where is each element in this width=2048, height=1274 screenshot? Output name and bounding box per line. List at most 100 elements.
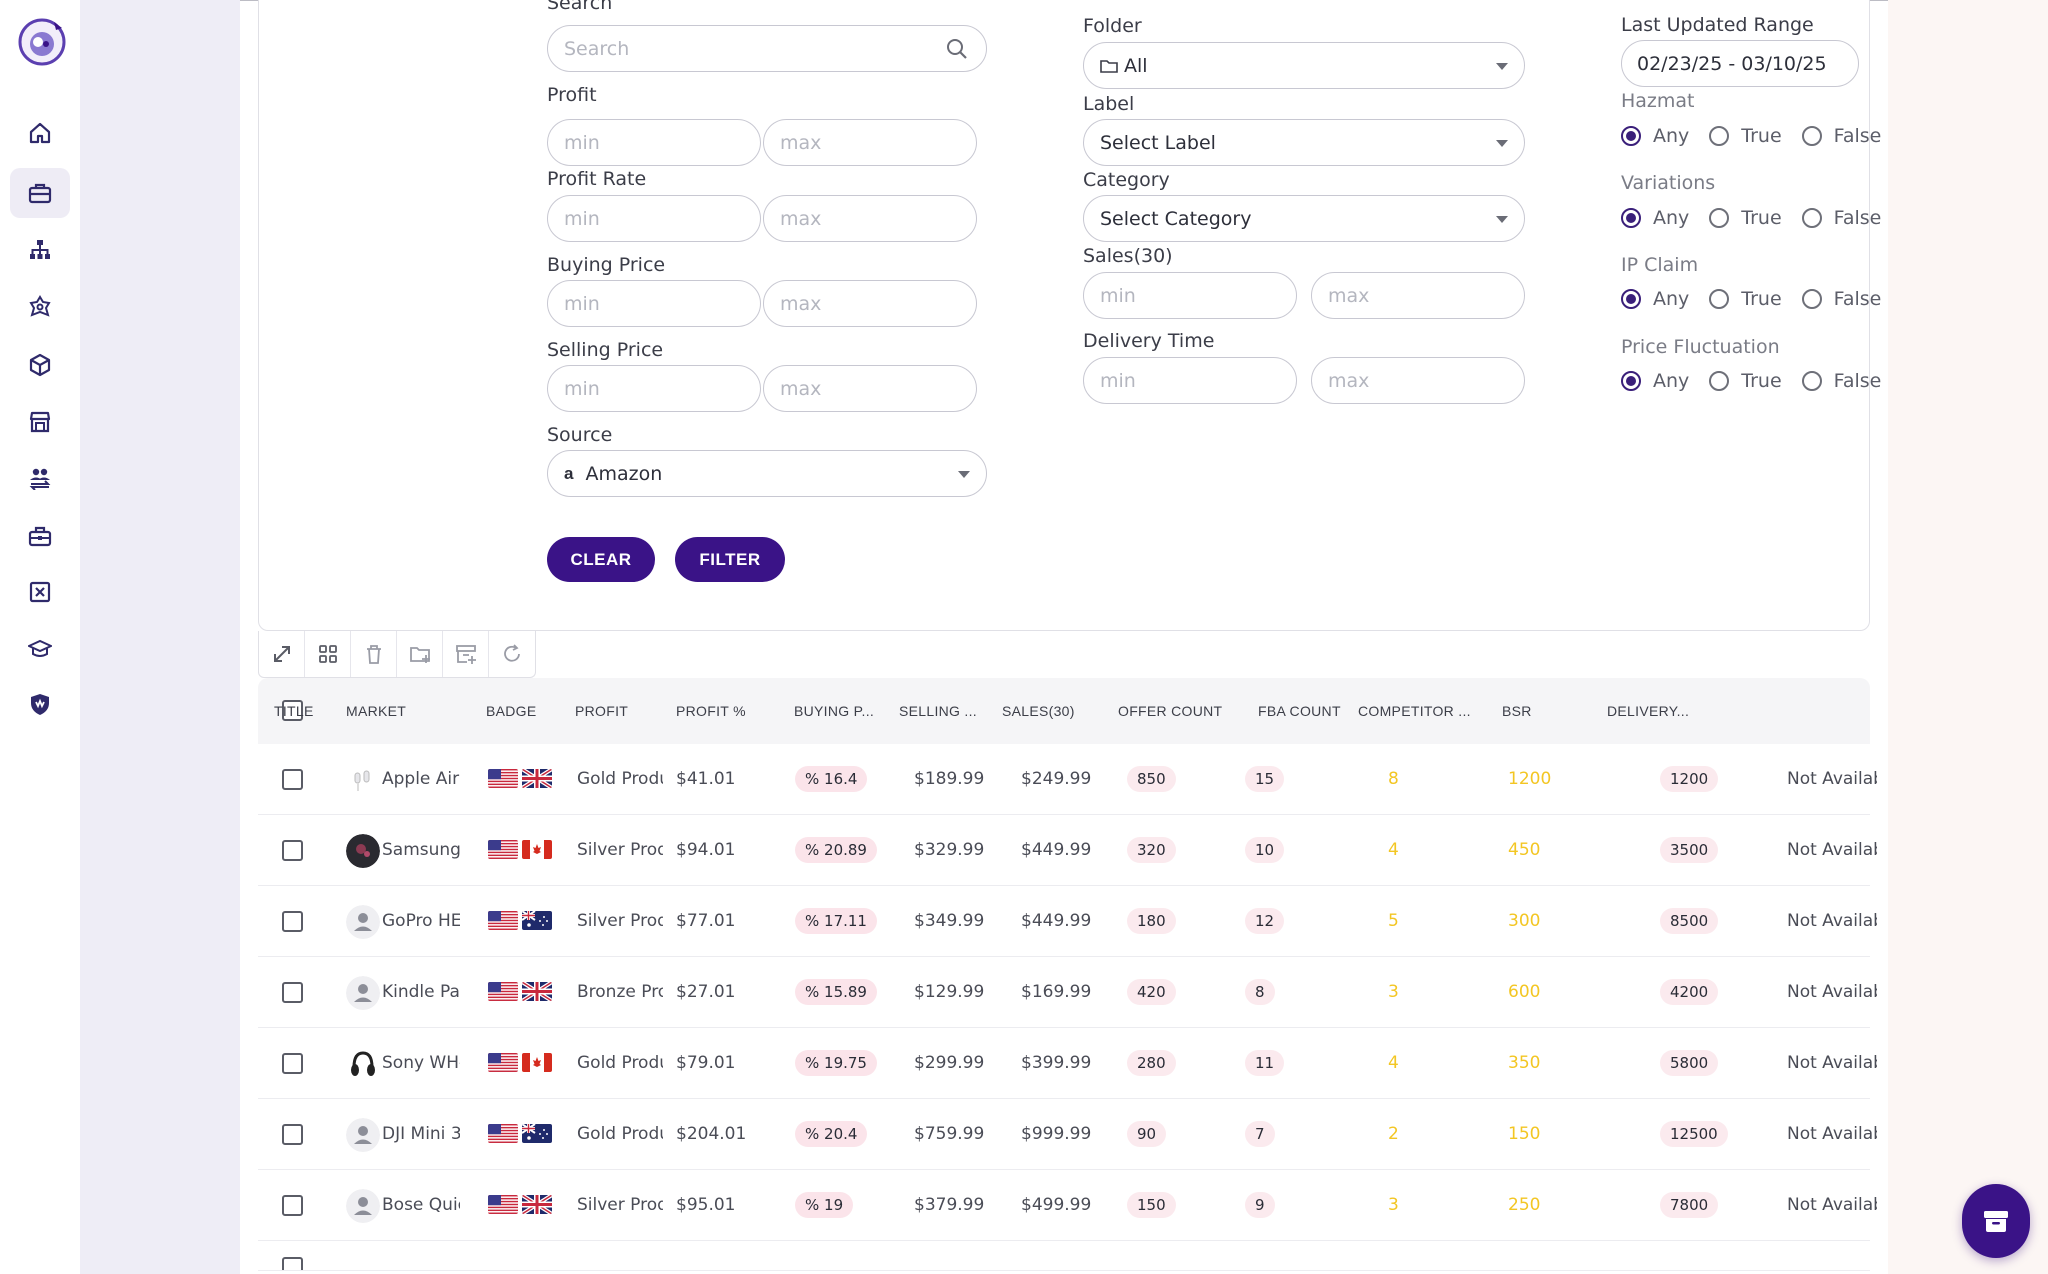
variations-option-any[interactable]: Any xyxy=(1621,207,1689,229)
clear-button[interactable]: CLEAR xyxy=(547,537,655,582)
radio-button[interactable] xyxy=(1801,126,1822,146)
sidebar-item-users-exchange[interactable] xyxy=(10,453,70,503)
product-title[interactable]: DJI Mini 3 xyxy=(382,1099,460,1170)
sales30-max-input[interactable]: max xyxy=(1311,272,1525,319)
profit-max-input[interactable]: max xyxy=(763,119,977,166)
product-title[interactable]: Sony WH-1000XM xyxy=(382,1028,460,1099)
sales30-min-input[interactable]: min xyxy=(1083,272,1297,319)
ip-claim-option-any[interactable]: Any xyxy=(1621,288,1689,310)
column-header-profit[interactable]: PROFIT xyxy=(575,678,628,744)
expand-button[interactable] xyxy=(259,631,305,677)
selling-price-max-input[interactable]: max xyxy=(763,365,977,412)
hazmat-option-true[interactable]: True xyxy=(1709,125,1782,147)
column-header-title[interactable]: TITLE xyxy=(274,678,314,744)
column-header-offer-count[interactable]: OFFER COUNT xyxy=(1118,678,1222,744)
sidebar-item-toolbox[interactable] xyxy=(10,511,70,561)
radio-button[interactable] xyxy=(1801,371,1822,391)
radio-button[interactable] xyxy=(1709,371,1730,391)
delivery-time-min-input[interactable]: min xyxy=(1083,357,1297,404)
source-select[interactable]: a Amazon xyxy=(547,450,987,497)
column-header-profit[interactable]: PROFIT % xyxy=(676,678,746,744)
product-title[interactable]: Bose QuietComfort xyxy=(382,1170,460,1241)
radio-button[interactable] xyxy=(1801,289,1822,309)
search-input[interactable]: Search xyxy=(547,25,987,72)
row-checkbox[interactable] xyxy=(282,840,303,861)
buying-price-min-input[interactable]: min xyxy=(547,280,761,327)
hazmat-option-any[interactable]: Any xyxy=(1621,125,1689,147)
sidebar-item-graduation-cap[interactable] xyxy=(10,624,70,674)
table-row[interactable]: Apple AirPods Gold Product $41.01 % 16.4 $18… xyxy=(258,744,1877,815)
product-title[interactable]: Apple AirPods xyxy=(382,744,460,815)
archive-add-button[interactable] xyxy=(443,631,489,677)
sidebar-item-store[interactable] xyxy=(10,397,70,447)
table-row[interactable]: Kindle Paperwhite Bronze Product $27.01 % 1… xyxy=(258,957,1877,1028)
column-header-badge[interactable]: BADGE xyxy=(486,678,537,744)
column-header-competitor[interactable]: COMPETITOR ... xyxy=(1358,678,1471,744)
trash-button[interactable] xyxy=(351,631,397,677)
row-checkbox[interactable] xyxy=(282,1257,303,1270)
variations-option-true[interactable]: True xyxy=(1709,207,1782,229)
sidebar-item-briefcase[interactable] xyxy=(10,168,70,218)
ip-claim-option-true[interactable]: True xyxy=(1709,288,1782,310)
sidebar-item-hierarchy[interactable] xyxy=(10,225,70,275)
sidebar-item-star-polygon[interactable] xyxy=(10,282,70,332)
radio-button[interactable] xyxy=(1621,289,1641,309)
sidebar-item-home[interactable] xyxy=(10,108,70,158)
table-row[interactable]: DJI Mini 3 Gold Product $204.01 % 20.4 $759.… xyxy=(258,1099,1877,1170)
archive-fab-button[interactable] xyxy=(1962,1184,2030,1258)
product-title[interactable]: Samsung Galaxy xyxy=(382,815,460,886)
ip-claim-option-false[interactable]: False xyxy=(1801,288,1881,310)
table-row[interactable]: Sony WH-1000XM Gold Product $79.01 % 19.75 $… xyxy=(258,1028,1877,1099)
product-title[interactable]: GoPro HERO xyxy=(382,886,460,957)
filter-button[interactable]: FILTER xyxy=(675,537,785,582)
profit-rate-max-input[interactable]: max xyxy=(763,195,977,242)
profit-rate-min-input[interactable]: min xyxy=(547,195,761,242)
radio-button[interactable] xyxy=(1801,208,1822,228)
column-header-selling[interactable]: SELLING ... xyxy=(899,678,977,744)
last-updated-range-input[interactable]: 02/23/25 - 03/10/25 xyxy=(1621,40,1859,87)
table-row[interactable]: GoPro HERO Silver Product $77.01 % 17.11 $34… xyxy=(258,886,1877,957)
column-header-delivery[interactable]: DELIVERY... xyxy=(1607,678,1689,744)
column-header-buying-p[interactable]: BUYING P... xyxy=(794,678,874,744)
folder-add-button[interactable] xyxy=(397,631,443,677)
row-checkbox[interactable] xyxy=(282,911,303,932)
radio-button[interactable] xyxy=(1709,289,1730,309)
buying-price-max-input[interactable]: max xyxy=(763,280,977,327)
sidebar-item-cube[interactable] xyxy=(10,340,70,390)
hazmat-option-false[interactable]: False xyxy=(1801,125,1881,147)
radio-button[interactable] xyxy=(1621,208,1641,228)
label-select[interactable]: Select Label xyxy=(1083,119,1525,166)
column-header-market[interactable]: MARKET xyxy=(346,678,406,744)
price-fluctuation-option-true[interactable]: True xyxy=(1709,370,1782,392)
grid-button[interactable] xyxy=(305,631,351,677)
buying-price-cell: $129.99 xyxy=(914,982,985,1002)
price-fluctuation-option-false[interactable]: False xyxy=(1801,370,1881,392)
selling-price-cell: $999.99 xyxy=(1021,1124,1092,1144)
radio-button[interactable] xyxy=(1621,371,1641,391)
product-title[interactable]: Kindle Paperwhite xyxy=(382,957,460,1028)
row-checkbox[interactable] xyxy=(282,1124,303,1145)
category-select[interactable]: Select Category xyxy=(1083,195,1525,242)
radio-button[interactable] xyxy=(1709,208,1730,228)
row-checkbox[interactable] xyxy=(282,1053,303,1074)
radio-button[interactable] xyxy=(1709,126,1730,146)
folder-select[interactable]: All xyxy=(1083,42,1525,89)
row-checkbox[interactable] xyxy=(282,982,303,1003)
column-header-bsr[interactable]: BSR xyxy=(1502,678,1532,744)
sidebar-item-excel[interactable] xyxy=(10,567,70,617)
row-checkbox[interactable] xyxy=(282,1195,303,1216)
variations-option-false[interactable]: False xyxy=(1801,207,1881,229)
refresh-button[interactable] xyxy=(489,631,535,677)
column-header-sales-30[interactable]: SALES(30) xyxy=(1002,678,1075,744)
column-header-fba-count[interactable]: FBA COUNT xyxy=(1258,678,1341,744)
row-checkbox[interactable] xyxy=(282,769,303,790)
radio-button[interactable] xyxy=(1621,126,1641,146)
profit-min-input[interactable]: min xyxy=(547,119,761,166)
selling-price-min-input[interactable]: min xyxy=(547,365,761,412)
price-fluctuation-option-any[interactable]: Any xyxy=(1621,370,1689,392)
sidebar-item-shield[interactable] xyxy=(10,679,70,729)
delivery-time-max-input[interactable]: max xyxy=(1311,357,1525,404)
table-row[interactable]: Samsung Galaxy Silver Product $94.01 % 20.8… xyxy=(258,815,1877,886)
app-logo[interactable] xyxy=(16,14,72,70)
table-row[interactable]: Bose QuietComfort Silver Product $95.01 % 1… xyxy=(258,1170,1877,1241)
